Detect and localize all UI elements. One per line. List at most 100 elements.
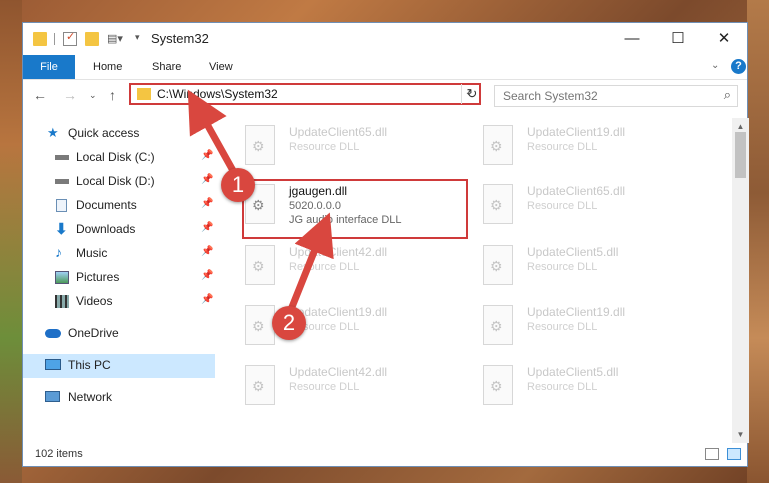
scroll-up-icon[interactable]: ▲ xyxy=(732,122,749,131)
back-icon[interactable]: ← xyxy=(33,87,47,103)
desktop-background-right xyxy=(747,0,769,483)
item-count: 102 items xyxy=(35,448,83,460)
search-box[interactable]: ⌕ xyxy=(494,85,738,107)
forward-icon[interactable]: → xyxy=(63,87,77,103)
pin-icon[interactable]: 📌 xyxy=(201,246,213,257)
file-name: UpdateClient5.dll xyxy=(527,245,619,259)
drive-icon xyxy=(55,179,69,184)
search-input[interactable] xyxy=(495,86,711,106)
search-icon[interactable]: ⌕ xyxy=(724,87,731,103)
up-icon[interactable]: ↑ xyxy=(109,87,116,103)
pin-icon[interactable]: 📌 xyxy=(201,270,213,281)
file-type: Resource DLL xyxy=(527,200,598,212)
tab-view[interactable]: View xyxy=(209,55,233,79)
drive-icon xyxy=(55,155,69,160)
tab-share[interactable]: Share xyxy=(152,55,181,79)
sidebar-item-onedrive[interactable]: OneDrive xyxy=(23,322,215,346)
scroll-down-icon[interactable]: ▼ xyxy=(732,430,749,439)
minimize-button[interactable]: — xyxy=(609,23,655,55)
file-item[interactable]: UpdateClient19.dll Resource DLL xyxy=(471,121,701,171)
file-item[interactable]: UpdateClient19.dll Resource DLL xyxy=(233,301,463,351)
dll-file-icon xyxy=(483,125,513,165)
file-item[interactable]: UpdateClient5.dll Resource DLL xyxy=(471,241,701,291)
cloud-icon xyxy=(45,329,61,338)
file-type: Resource DLL xyxy=(527,321,598,333)
large-icons-view-icon[interactable] xyxy=(727,448,741,460)
sidebar-item-documents[interactable]: Documents 📌 xyxy=(23,194,215,218)
scroll-thumb[interactable] xyxy=(735,132,746,178)
downloads-icon: ⬇ xyxy=(55,221,68,238)
folder-icon xyxy=(33,32,47,46)
navigation-pane: ★ Quick access Local Disk (C:) 📌 Local D… xyxy=(23,118,215,438)
file-name: UpdateClient19.dll xyxy=(527,305,626,319)
sidebar-item-label: Downloads xyxy=(76,222,136,236)
documents-icon xyxy=(56,199,67,212)
dll-file-icon xyxy=(245,245,275,285)
dll-file-icon xyxy=(483,305,513,345)
pin-icon[interactable]: 📌 xyxy=(201,150,213,161)
file-type: Resource DLL xyxy=(289,381,360,393)
file-type: Resource DLL xyxy=(289,261,360,273)
close-button[interactable]: ✕ xyxy=(701,23,747,55)
properties-icon[interactable]: ✓ xyxy=(63,31,77,46)
address-path[interactable]: C:\Windows\System32 xyxy=(157,87,278,101)
vertical-scrollbar[interactable]: ▲ ▼ xyxy=(732,118,749,443)
file-highlight-box xyxy=(242,179,468,239)
sidebar-item-quick-access[interactable]: ★ Quick access xyxy=(23,122,215,146)
sidebar-item-label: Local Disk (C:) xyxy=(76,150,155,164)
sidebar-item-label: Local Disk (D:) xyxy=(76,174,155,188)
new-folder-icon[interactable] xyxy=(85,32,99,46)
sidebar-item-music[interactable]: ♪ Music 📌 xyxy=(23,242,215,266)
file-explorer-window: ✓ ▤▾ ▾ System32 — ☐ ✕ File Home Share Vi… xyxy=(22,22,749,467)
pin-icon[interactable]: 📌 xyxy=(201,174,213,185)
file-item[interactable]: UpdateClient65.dll Resource DLL xyxy=(233,121,463,171)
file-name: UpdateClient5.dll xyxy=(527,365,619,379)
sidebar-item-downloads[interactable]: ⬇ Downloads 📌 xyxy=(23,218,215,242)
expand-ribbon-icon[interactable]: ⌄ xyxy=(711,60,719,71)
file-name: UpdateClient65.dll xyxy=(527,184,626,198)
maximize-button[interactable]: ☐ xyxy=(655,23,701,55)
file-item[interactable]: UpdateClient42.dll Resource DLL xyxy=(233,361,463,411)
file-item[interactable]: UpdateClient65.dll Resource DLL xyxy=(471,180,701,230)
sidebar-item-label: Videos xyxy=(76,294,113,308)
quick-access-dropdown-icon[interactable]: ▾ xyxy=(135,32,149,46)
title-bar: ✓ ▤▾ ▾ System32 — ☐ ✕ xyxy=(23,23,747,55)
divider xyxy=(54,33,55,45)
sidebar-item-label: Network xyxy=(68,390,113,404)
tab-file[interactable]: File xyxy=(23,55,75,79)
dll-file-icon xyxy=(483,184,513,224)
dll-file-icon xyxy=(483,245,513,285)
customize-toolbar-icon[interactable]: ▤▾ xyxy=(107,32,123,46)
help-icon[interactable]: ? xyxy=(731,59,746,74)
ribbon-tabs: File Home Share View ⌄ ? xyxy=(23,55,747,80)
details-view-icon[interactable] xyxy=(705,448,719,460)
window-title: System32 xyxy=(151,31,209,46)
pin-icon[interactable]: 📌 xyxy=(201,222,213,233)
sidebar-item-local-disk-c[interactable]: Local Disk (C:) 📌 xyxy=(23,146,215,170)
refresh-icon[interactable]: ↻ xyxy=(461,84,482,104)
dll-file-icon xyxy=(245,305,275,345)
file-item[interactable]: UpdateClient42.dll Resource DLL xyxy=(233,241,463,291)
pin-icon[interactable]: 📌 xyxy=(201,294,213,305)
sidebar-item-this-pc[interactable]: This PC xyxy=(23,354,215,378)
pin-icon[interactable]: 📌 xyxy=(201,198,213,209)
sidebar-item-pictures[interactable]: Pictures 📌 xyxy=(23,266,215,290)
sidebar-item-local-disk-d[interactable]: Local Disk (D:) 📌 xyxy=(23,170,215,194)
callout-badge-1: 1 xyxy=(221,168,255,202)
music-icon: ♪ xyxy=(55,244,62,260)
file-item[interactable]: UpdateClient5.dll Resource DLL xyxy=(471,361,701,411)
recent-locations-icon[interactable]: ⌄ xyxy=(89,90,97,101)
videos-icon xyxy=(55,295,69,308)
computer-icon xyxy=(45,359,61,370)
file-list: UpdateClient65.dll Resource DLL UpdateCl… xyxy=(233,118,733,443)
sidebar-item-label: Music xyxy=(76,246,108,260)
file-item[interactable]: UpdateClient19.dll Resource DLL xyxy=(471,301,701,351)
sidebar-item-network[interactable]: Network xyxy=(23,386,215,410)
dll-file-icon xyxy=(483,365,513,405)
star-icon: ★ xyxy=(47,125,59,140)
sidebar-item-videos[interactable]: Videos 📌 xyxy=(23,290,215,314)
sidebar-item-label: OneDrive xyxy=(68,326,119,340)
tab-home[interactable]: Home xyxy=(93,55,122,79)
address-bar[interactable]: C:\Windows\System32 ⌄ xyxy=(129,83,481,105)
sidebar-item-label: Pictures xyxy=(76,270,120,284)
